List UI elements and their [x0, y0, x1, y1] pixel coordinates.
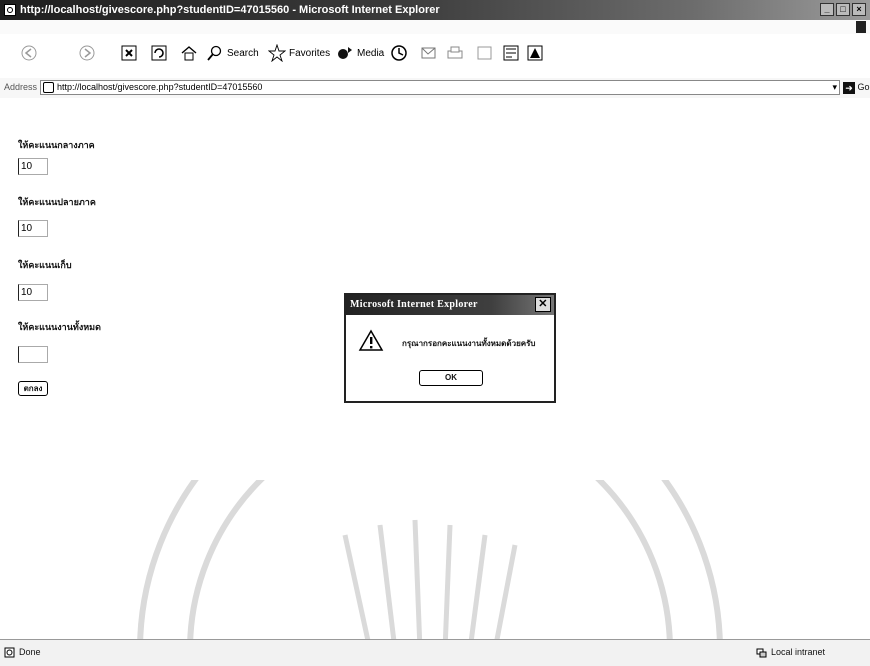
final-score-input[interactable]: 10 [18, 220, 48, 237]
discuss-icon [503, 45, 519, 61]
search-icon [207, 45, 222, 61]
ok-button[interactable]: OK [419, 370, 483, 386]
submit-button[interactable]: ตกลง [18, 381, 48, 396]
edit-button[interactable] [476, 44, 494, 62]
search-button[interactable]: Search [206, 44, 259, 62]
maximize-button[interactable]: □ [836, 3, 850, 16]
mail-icon [421, 47, 436, 59]
messenger-icon [527, 45, 543, 61]
midterm-score-input[interactable]: 10 [18, 158, 48, 175]
midterm-score-label: ให้คะแนนกลางภาค [18, 140, 95, 150]
refresh-icon [151, 45, 167, 61]
collected-score-input[interactable]: 10 [18, 284, 48, 301]
close-icon: ✕ [538, 298, 548, 310]
alert-dialog: Microsoft Internet Explorer ✕ กรุณากรอกค… [344, 293, 556, 403]
dialog-titlebar: Microsoft Internet Explorer ✕ [346, 295, 554, 315]
warning-icon [358, 329, 384, 351]
media-icon [338, 47, 352, 59]
go-arrow-icon: ➜ [843, 81, 855, 94]
final-score-label: ให้คะแนนปลายภาค [18, 197, 96, 207]
ie-page-icon [43, 82, 54, 93]
all-work-score-input[interactable] [18, 346, 48, 363]
window-titlebar: http://localhost/givescore.php?studentID… [0, 0, 870, 20]
security-zone: Local intranet [756, 641, 825, 663]
media-button[interactable]: Media [336, 44, 384, 62]
back-button[interactable] [20, 44, 38, 62]
messenger-button[interactable] [526, 44, 544, 62]
window-close-button[interactable]: × [852, 3, 866, 16]
status-text: Done [19, 647, 41, 657]
back-icon [21, 45, 37, 61]
history-button[interactable] [390, 44, 408, 62]
address-input[interactable]: http://localhost/givescore.php?studentID… [40, 80, 840, 95]
status-left: Done [4, 641, 41, 663]
forward-icon [79, 45, 95, 61]
window-title: http://localhost/givescore.php?studentID… [20, 4, 440, 16]
dialog-title: Microsoft Internet Explorer [350, 299, 478, 310]
dialog-message: กรุณากรอกคะแนนงานทั้งหมดด้วยครับ [402, 339, 536, 348]
print-icon [447, 46, 463, 59]
history-icon [391, 45, 407, 61]
done-page-icon [4, 647, 15, 657]
window-controls: _ □ × [820, 3, 866, 16]
media-label: Media [357, 47, 385, 59]
forward-button[interactable] [78, 44, 96, 62]
stop-icon [121, 45, 137, 61]
address-url: http://localhost/givescore.php?studentID… [57, 82, 263, 92]
favorites-label: Favorites [289, 47, 331, 59]
stop-button[interactable] [120, 44, 138, 62]
print-button[interactable] [446, 44, 464, 62]
chevron-down-icon[interactable]: ▾ [832, 82, 837, 93]
menu-bar [0, 20, 870, 35]
search-label: Search [227, 47, 259, 59]
favorites-button[interactable]: Favorites [268, 44, 330, 62]
home-button[interactable] [180, 44, 198, 62]
collected-score-label: ให้คะแนนเก็บ [18, 260, 72, 270]
address-bar: Address http://localhost/givescore.php?s… [0, 78, 870, 99]
windows-logo-icon [856, 21, 866, 33]
standard-toolbar: Search Favorites Media [0, 34, 870, 79]
mail-button[interactable] [420, 44, 438, 62]
ie-page-icon [4, 4, 16, 16]
home-icon [181, 46, 197, 61]
local-intranet-icon [756, 648, 767, 657]
zone-text: Local intranet [771, 647, 826, 657]
go-label: Go [857, 82, 870, 92]
all-work-score-label: ให้คะแนนงานทั้งหมด [18, 322, 101, 332]
status-bar: Done Local intranet [0, 639, 870, 666]
dialog-close-button[interactable]: ✕ [535, 297, 551, 312]
discuss-button[interactable] [502, 44, 520, 62]
refresh-button[interactable] [150, 44, 168, 62]
go-button[interactable]: ➜ Go [843, 80, 870, 95]
minimize-button[interactable]: _ [820, 3, 834, 16]
address-label: Address [4, 82, 38, 92]
edit-icon [477, 46, 492, 60]
favorites-star-icon [268, 44, 286, 62]
